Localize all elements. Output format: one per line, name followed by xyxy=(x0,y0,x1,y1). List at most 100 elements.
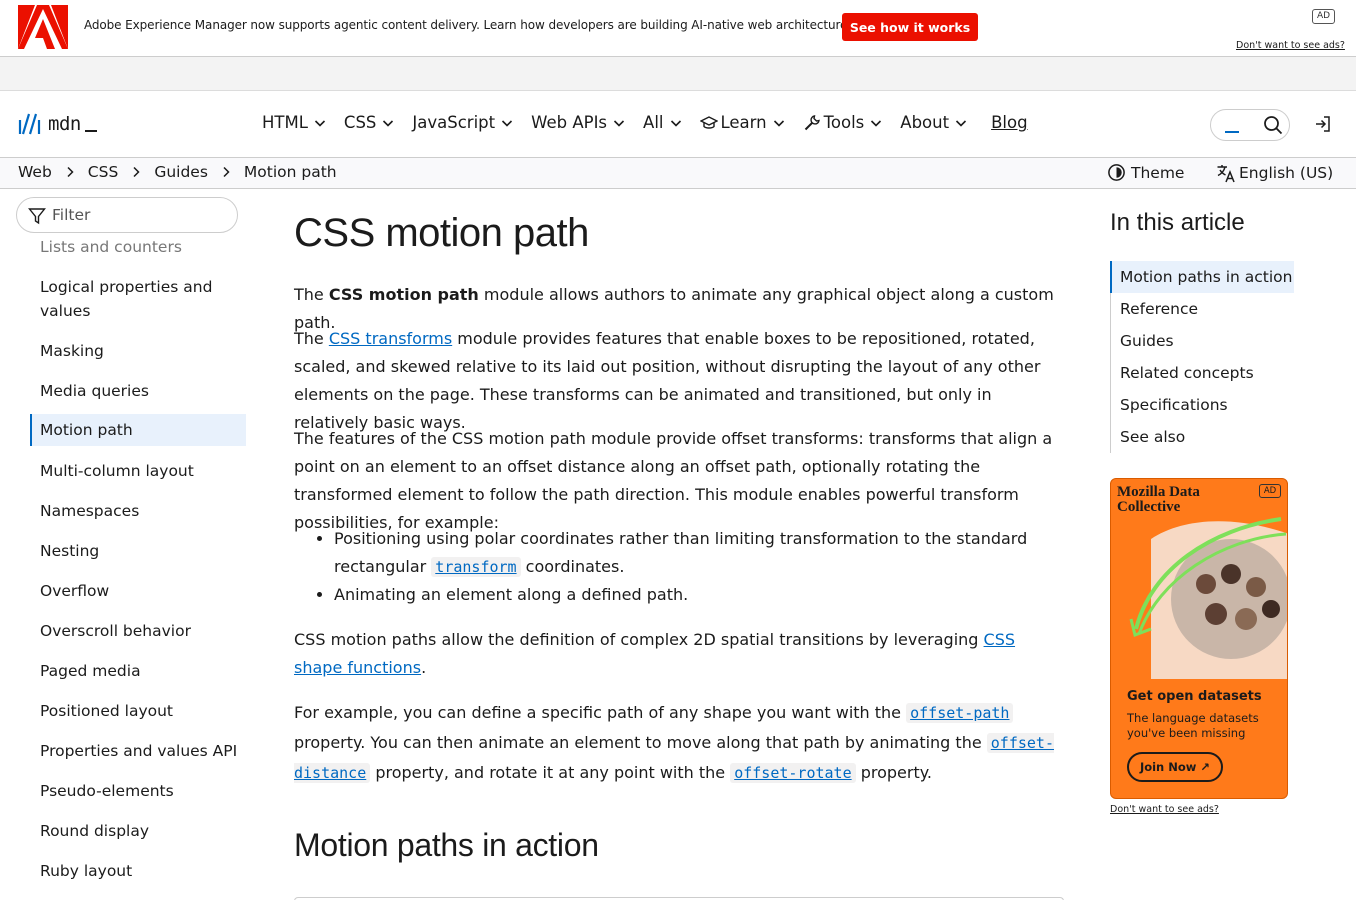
text: property. You can then animate an elemen… xyxy=(294,733,987,752)
toc-title: In this article xyxy=(1110,209,1245,236)
transforms-paragraph: The CSS transforms module provides featu… xyxy=(294,325,1064,437)
sidebar-item-multi-column-layout[interactable]: Multi-column layout xyxy=(30,459,194,483)
chevron-down-icon xyxy=(613,119,625,127)
side-ad-no-ads-link[interactable]: Don't want to see ads? xyxy=(1110,804,1219,815)
nav-item-label: HTML xyxy=(262,113,308,132)
breadcrumb-web[interactable]: Web xyxy=(18,163,52,181)
chevron-down-icon xyxy=(383,119,394,127)
chevron-down-icon xyxy=(314,119,325,127)
text: . xyxy=(421,658,427,677)
search-cursor xyxy=(1225,131,1239,133)
search-icon xyxy=(1264,116,1283,135)
text: The xyxy=(294,329,329,348)
toc-item-guides[interactable]: Guides xyxy=(1111,325,1294,357)
breadcrumb-guides[interactable]: Guides xyxy=(154,163,208,181)
sidebar-item-paged-media[interactable]: Paged media xyxy=(30,659,141,683)
nav-item-label: CSS xyxy=(343,113,377,132)
transform-code-link[interactable]: transform xyxy=(431,557,521,577)
filter-placeholder: Filter xyxy=(52,206,91,224)
theme-icon xyxy=(1108,164,1125,181)
nav-item-learn[interactable]: Learn xyxy=(699,113,785,132)
language-button[interactable]: English (US) xyxy=(1216,163,1333,183)
sidebar-item-overflow[interactable]: Overflow xyxy=(30,579,109,603)
adobe-logo-icon[interactable] xyxy=(18,5,68,49)
side-ad[interactable]: Mozilla Data Collective AD Get open data… xyxy=(1110,478,1288,799)
breadcrumb-bar: Web CSS Guides Motion path Theme English… xyxy=(0,158,1356,189)
ad-tag[interactable]: AD xyxy=(1259,484,1281,498)
filter-input[interactable]: Filter xyxy=(16,197,238,233)
toc-item-reference[interactable]: Reference xyxy=(1111,293,1294,325)
sidebar-item-media-queries[interactable]: Media queries xyxy=(30,379,149,403)
nav-item-tools[interactable]: Tools xyxy=(803,113,883,132)
css-transforms-link[interactable]: CSS transforms xyxy=(329,329,452,348)
search-button[interactable] xyxy=(1210,109,1290,141)
nav-item-label: JavaScript xyxy=(412,113,496,132)
nav-item-label: Tools xyxy=(823,113,865,132)
ad-banner: Adobe Experience Manager now supports ag… xyxy=(0,0,1356,57)
sidebar: Filter Lists and counters Logical proper… xyxy=(0,189,262,900)
theme-button[interactable]: Theme xyxy=(1107,163,1184,182)
ad-subtext: The language datasets you've been missin… xyxy=(1127,711,1259,740)
nav-item-label: Web APIs xyxy=(531,113,608,132)
sidebar-item-pseudo-elements[interactable]: Pseudo-elements xyxy=(30,779,174,803)
sidebar-item-namespaces[interactable]: Namespaces xyxy=(30,499,139,523)
toc-list: Motion paths in action Reference Guides … xyxy=(1110,261,1294,453)
sidebar-item-ruby-layout[interactable]: Ruby layout xyxy=(30,859,132,883)
nav-blog-link[interactable]: Blog xyxy=(991,113,1027,132)
ad-message: Adobe Experience Manager now supports ag… xyxy=(84,18,852,32)
brand-name: mdn xyxy=(48,113,81,135)
list-item: Animating an element along a defined pat… xyxy=(334,581,1064,609)
chevron-down-icon xyxy=(773,119,784,127)
sidebar-item-nesting[interactable]: Nesting xyxy=(30,539,99,563)
text: property. xyxy=(855,763,933,782)
ad-tag[interactable]: AD xyxy=(1312,9,1335,24)
theme-label: Theme xyxy=(1131,163,1185,182)
chevron-down-icon xyxy=(670,119,681,127)
filter-icon xyxy=(28,208,46,225)
nav-item-about[interactable]: About xyxy=(900,113,967,132)
sidebar-item-overscroll-behavior[interactable]: Overscroll behavior xyxy=(30,619,191,643)
join-now-button[interactable]: Join Now ↗ xyxy=(1127,752,1223,782)
sidebar-item-motion-path[interactable]: Motion path xyxy=(30,414,246,446)
text: For example, you can define a specific p… xyxy=(294,703,907,722)
wrench-icon xyxy=(804,114,820,130)
breadcrumb-css[interactable]: CSS xyxy=(88,163,119,181)
join-now-label: Join Now xyxy=(1139,760,1197,774)
chevron-right-icon xyxy=(223,166,230,178)
text: The xyxy=(294,285,329,304)
sidebar-item-round-display[interactable]: Round display xyxy=(30,819,149,843)
toc-item-related-concepts[interactable]: Related concepts xyxy=(1111,357,1294,389)
sidebar-item-lists-and-counters[interactable]: Lists and counters xyxy=(30,235,182,259)
no-ads-link[interactable]: Don't want to see ads? xyxy=(1236,40,1345,51)
toc-item-motion-paths-in-action[interactable]: Motion paths in action xyxy=(1110,261,1294,293)
offset-rotate-code-link[interactable]: offset-rotate xyxy=(730,763,856,783)
nav-item-label: Learn xyxy=(720,113,767,132)
chevron-down-icon xyxy=(502,119,513,127)
sidebar-item-positioned-layout[interactable]: Positioned layout xyxy=(30,699,173,723)
sidebar-item-logical-properties[interactable]: Logical properties and values xyxy=(30,275,246,323)
toc-item-see-also[interactable]: See also xyxy=(1111,421,1294,453)
text: property, and rotate it at any point wit… xyxy=(370,763,731,782)
nav-item-javascript[interactable]: JavaScript xyxy=(412,113,513,132)
nav-item-all[interactable]: All xyxy=(643,113,681,132)
offset-paragraph: For example, you can define a specific p… xyxy=(294,698,1064,788)
language-icon xyxy=(1217,165,1235,183)
sidebar-item-masking[interactable]: Masking xyxy=(30,339,104,363)
breadcrumb-motion-path[interactable]: Motion path xyxy=(244,163,337,181)
offset-path-code-link[interactable]: offset-path xyxy=(906,703,1014,723)
graduation-cap-icon xyxy=(699,115,718,129)
external-link-icon: ↗ xyxy=(1200,760,1211,774)
mdn-logo[interactable]: mdn xyxy=(18,111,97,137)
nav-item-html[interactable]: HTML xyxy=(262,113,326,132)
nav-item-web-apis[interactable]: Web APIs xyxy=(531,113,625,132)
brand-cursor xyxy=(84,130,97,132)
banner-spacer xyxy=(0,57,1356,91)
see-how-it-works-button[interactable]: See how it works xyxy=(842,13,978,41)
nav-menu: HTML CSS JavaScript Web APIs All Learn T… xyxy=(262,113,1028,132)
sidebar-item-properties-values-api[interactable]: Properties and values API xyxy=(30,739,237,763)
breadcrumb: Web CSS Guides Motion path xyxy=(18,163,337,181)
nav-item-css[interactable]: CSS xyxy=(344,113,394,132)
login-icon[interactable] xyxy=(1313,114,1333,134)
toc-item-specifications[interactable]: Specifications xyxy=(1111,389,1294,421)
chevron-down-icon xyxy=(871,119,882,127)
